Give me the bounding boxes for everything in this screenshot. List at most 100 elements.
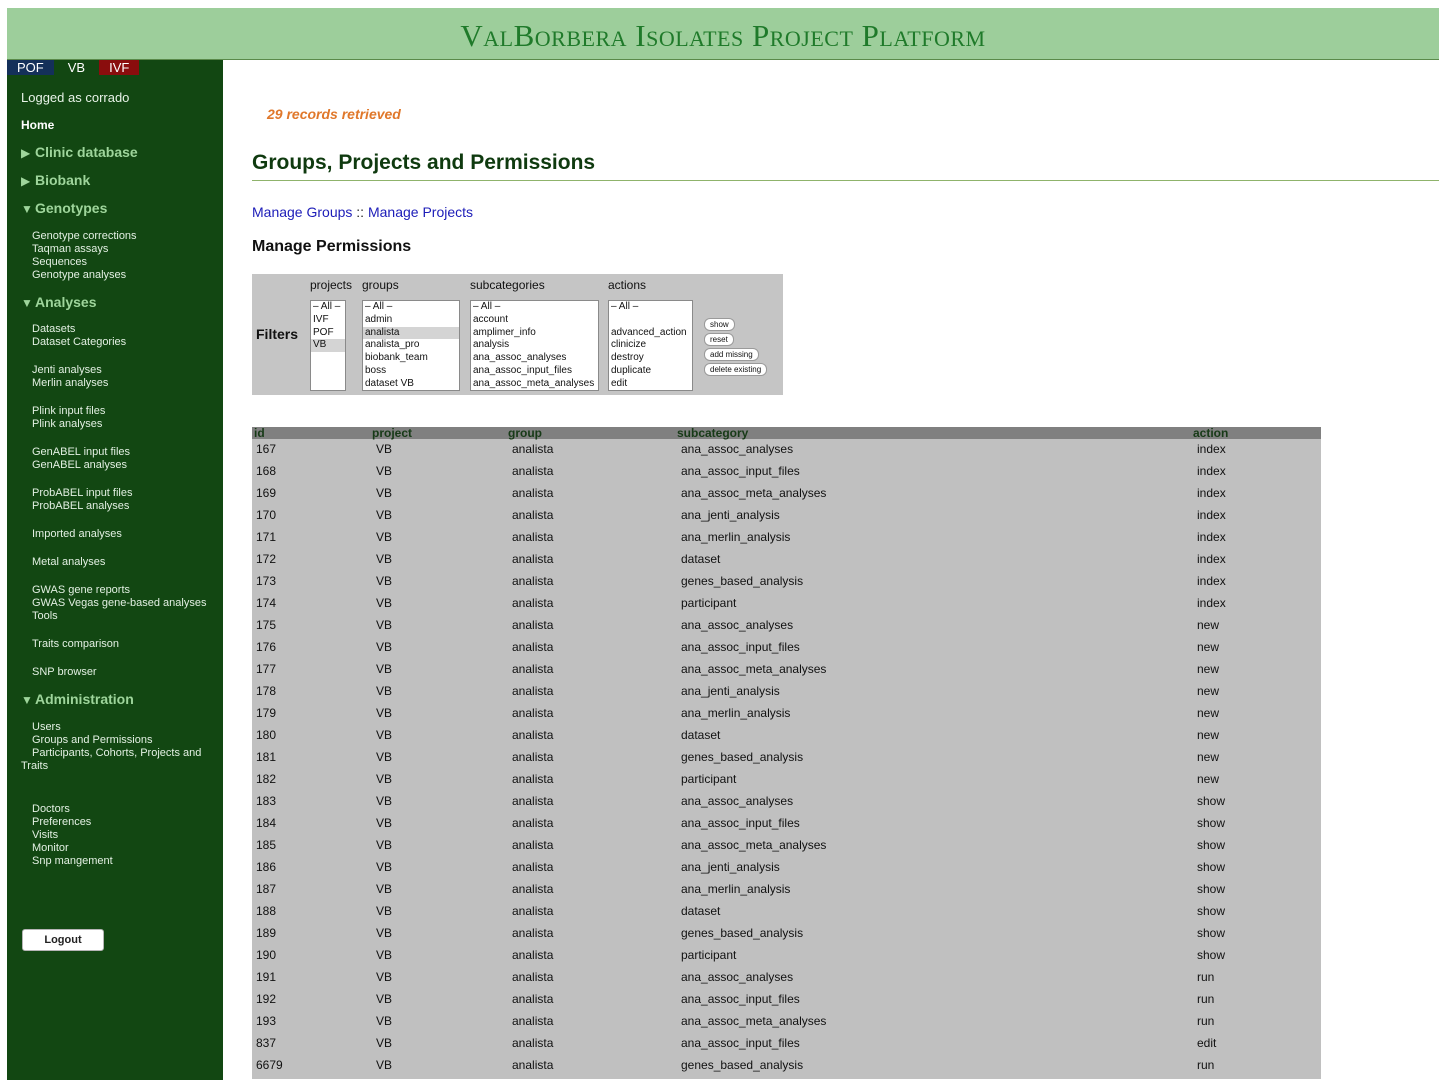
manage-groups-link[interactable]: Manage Groups bbox=[252, 204, 352, 220]
list-option[interactable]: account bbox=[471, 314, 598, 327]
nav-section-clinic[interactable]: ▶ Clinic database bbox=[21, 144, 138, 160]
tab-ivf[interactable]: IVF bbox=[99, 60, 140, 75]
reset-button[interactable]: reset bbox=[704, 333, 734, 346]
list-option[interactable]: analista_pro bbox=[363, 339, 459, 352]
table-row[interactable]: 167 VB analista ana_assoc_analyses index bbox=[252, 439, 1321, 461]
delete-existing-button[interactable]: delete existing bbox=[704, 363, 768, 376]
table-row[interactable]: 173 VB analista genes_based_analysis index bbox=[252, 571, 1321, 593]
nav-plink-input-files[interactable]: Plink input files bbox=[32, 405, 105, 418]
show-button[interactable]: show bbox=[704, 318, 735, 331]
list-option[interactable]: clinicize bbox=[609, 339, 692, 352]
nav-preferences[interactable]: Preferences bbox=[32, 816, 91, 829]
nav-jenti-analyses[interactable]: Jenti analyses bbox=[32, 364, 102, 377]
list-option[interactable]: edit bbox=[609, 378, 692, 390]
table-row[interactable]: 188 VB analista dataset show bbox=[252, 901, 1321, 923]
nav-genabel-input-files[interactable]: GenABEL input files bbox=[32, 446, 130, 459]
list-option[interactable]: boss bbox=[363, 365, 459, 378]
nav-doctors[interactable]: Doctors bbox=[32, 803, 70, 816]
nav-users[interactable]: Users bbox=[32, 721, 61, 734]
nav-genabel-analyses[interactable]: GenABEL analyses bbox=[32, 459, 127, 472]
table-row[interactable]: 192 VB analista ana_assoc_input_files run bbox=[252, 989, 1321, 1011]
table-row[interactable]: 182 VB analista participant new bbox=[252, 769, 1321, 791]
table-row[interactable]: 184 VB analista ana_assoc_input_files show bbox=[252, 813, 1321, 835]
nav-section-genotypes[interactable]: ▼ Genotypes bbox=[21, 200, 107, 216]
table-row[interactable]: 169 VB analista ana_assoc_meta_analyses inde… bbox=[252, 483, 1321, 505]
table-row[interactable]: 6679 VB analista genes_based_analysis run bbox=[252, 1055, 1321, 1077]
subcategories-listbox[interactable]: – All – account amplimer_info analysis a… bbox=[470, 300, 599, 391]
table-row[interactable]: 837 VB analista ana_assoc_input_files edit bbox=[252, 1033, 1321, 1055]
table-row[interactable]: 185 VB analista ana_assoc_meta_analyses show bbox=[252, 835, 1321, 857]
nav-snp-browser[interactable]: SNP browser bbox=[32, 666, 97, 679]
table-row[interactable]: 176 VB analista ana_assoc_input_files new bbox=[252, 637, 1321, 659]
list-option[interactable]: – All – bbox=[363, 301, 459, 314]
table-row[interactable]: 175 VB analista ana_assoc_analyses new bbox=[252, 615, 1321, 637]
nav-sequences[interactable]: Sequences bbox=[32, 256, 87, 269]
nav-probabel-analyses[interactable]: ProbABEL analyses bbox=[32, 500, 129, 513]
nav-genotype-analyses[interactable]: Genotype analyses bbox=[32, 269, 126, 282]
nav-home[interactable]: Home bbox=[21, 118, 54, 132]
list-option[interactable]: amplimer_info bbox=[471, 327, 598, 340]
list-option[interactable]: admin bbox=[363, 314, 459, 327]
add-missing-button[interactable]: add missing bbox=[704, 348, 759, 361]
nav-gwas-gene-reports[interactable]: GWAS gene reports bbox=[32, 584, 130, 597]
table-row[interactable]: 172 VB analista dataset index bbox=[252, 549, 1321, 571]
nav-taqman-assays[interactable]: Taqman assays bbox=[32, 243, 108, 256]
nav-probabel-input-files[interactable]: ProbABEL input files bbox=[32, 487, 132, 500]
nav-groups-permissions[interactable]: Groups and Permissions bbox=[32, 734, 152, 747]
nav-merlin-analyses[interactable]: Merlin analyses bbox=[32, 377, 108, 390]
groups-listbox[interactable]: – All – admin analista analista_pro biob… bbox=[362, 300, 460, 391]
actions-listbox[interactable]: – All – advanced_action clinicize destro… bbox=[608, 300, 693, 391]
table-row[interactable]: 180 VB analista dataset new bbox=[252, 725, 1321, 747]
table-row[interactable]: 189 VB analista genes_based_analysis show bbox=[252, 923, 1321, 945]
nav-section-administration[interactable]: ▼ Administration bbox=[21, 691, 134, 707]
list-option[interactable]: analysis bbox=[471, 339, 598, 352]
nav-section-analyses[interactable]: ▼ Analyses bbox=[21, 294, 96, 310]
nav-visits[interactable]: Visits bbox=[32, 829, 58, 842]
projects-listbox[interactable]: – All – IVF POF VB bbox=[310, 300, 346, 391]
nav-monitor[interactable]: Monitor bbox=[32, 842, 69, 855]
nav-participants-cohorts[interactable]: Participants, Cohorts, Projects and Trai… bbox=[21, 747, 221, 773]
manage-projects-link[interactable]: Manage Projects bbox=[368, 204, 473, 220]
list-option[interactable]: dataset VB bbox=[363, 378, 459, 390]
table-row[interactable]: 170 VB analista ana_jenti_analysis index bbox=[252, 505, 1321, 527]
list-option[interactable]: – All – bbox=[609, 301, 692, 314]
tab-vb[interactable]: VB bbox=[57, 60, 96, 75]
table-row[interactable]: 174 VB analista participant index bbox=[252, 593, 1321, 615]
list-option-selected[interactable]: analista bbox=[363, 326, 459, 340]
table-row[interactable]: 191 VB analista ana_assoc_analyses run bbox=[252, 967, 1321, 989]
list-option[interactable]: – All – bbox=[311, 301, 345, 314]
list-option[interactable]: advanced_action bbox=[609, 327, 692, 340]
nav-section-biobank[interactable]: ▶ Biobank bbox=[21, 172, 90, 188]
nav-tools[interactable]: Tools bbox=[32, 610, 58, 623]
nav-datasets[interactable]: Datasets bbox=[32, 323, 75, 336]
table-row[interactable]: 171 VB analista ana_merlin_analysis index bbox=[252, 527, 1321, 549]
table-row[interactable]: 186 VB analista ana_jenti_analysis show bbox=[252, 857, 1321, 879]
nav-gwas-vegas[interactable]: GWAS Vegas gene-based analyses bbox=[32, 597, 206, 610]
list-option[interactable] bbox=[609, 314, 692, 327]
list-option[interactable]: duplicate bbox=[609, 365, 692, 378]
logout-button[interactable]: Logout bbox=[22, 929, 104, 951]
table-row[interactable]: 168 VB analista ana_assoc_input_files index bbox=[252, 461, 1321, 483]
nav-plink-analyses[interactable]: Plink analyses bbox=[32, 418, 102, 431]
list-option[interactable]: POF bbox=[311, 327, 345, 340]
list-option[interactable]: destroy bbox=[609, 352, 692, 365]
list-option[interactable]: biobank_team bbox=[363, 352, 459, 365]
tab-pof[interactable]: POF bbox=[7, 60, 54, 75]
nav-traits-comparison[interactable]: Traits comparison bbox=[32, 638, 119, 651]
list-option-selected[interactable]: VB bbox=[311, 339, 345, 353]
table-row[interactable]: 178 VB analista ana_jenti_analysis new bbox=[252, 681, 1321, 703]
nav-snp-management[interactable]: Snp mangement bbox=[32, 855, 113, 868]
table-row[interactable]: 177 VB analista ana_assoc_meta_analyses new bbox=[252, 659, 1321, 681]
list-option[interactable]: ana_assoc_input_files bbox=[471, 365, 598, 378]
list-option[interactable]: – All – bbox=[471, 301, 598, 314]
table-row[interactable]: 187 VB analista ana_merlin_analysis show bbox=[252, 879, 1321, 901]
table-row[interactable]: 193 VB analista ana_assoc_meta_analyses run bbox=[252, 1011, 1321, 1033]
nav-imported-analyses[interactable]: Imported analyses bbox=[32, 528, 122, 541]
list-option[interactable]: IVF bbox=[311, 314, 345, 327]
list-option[interactable]: ana_assoc_analyses bbox=[471, 352, 598, 365]
list-option[interactable]: ana_assoc_meta_analyses bbox=[471, 378, 598, 390]
nav-genotype-corrections[interactable]: Genotype corrections bbox=[32, 230, 137, 243]
table-row[interactable]: 190 VB analista participant show bbox=[252, 945, 1321, 967]
table-row[interactable]: 179 VB analista ana_merlin_analysis new bbox=[252, 703, 1321, 725]
table-row[interactable]: 181 VB analista genes_based_analysis new bbox=[252, 747, 1321, 769]
